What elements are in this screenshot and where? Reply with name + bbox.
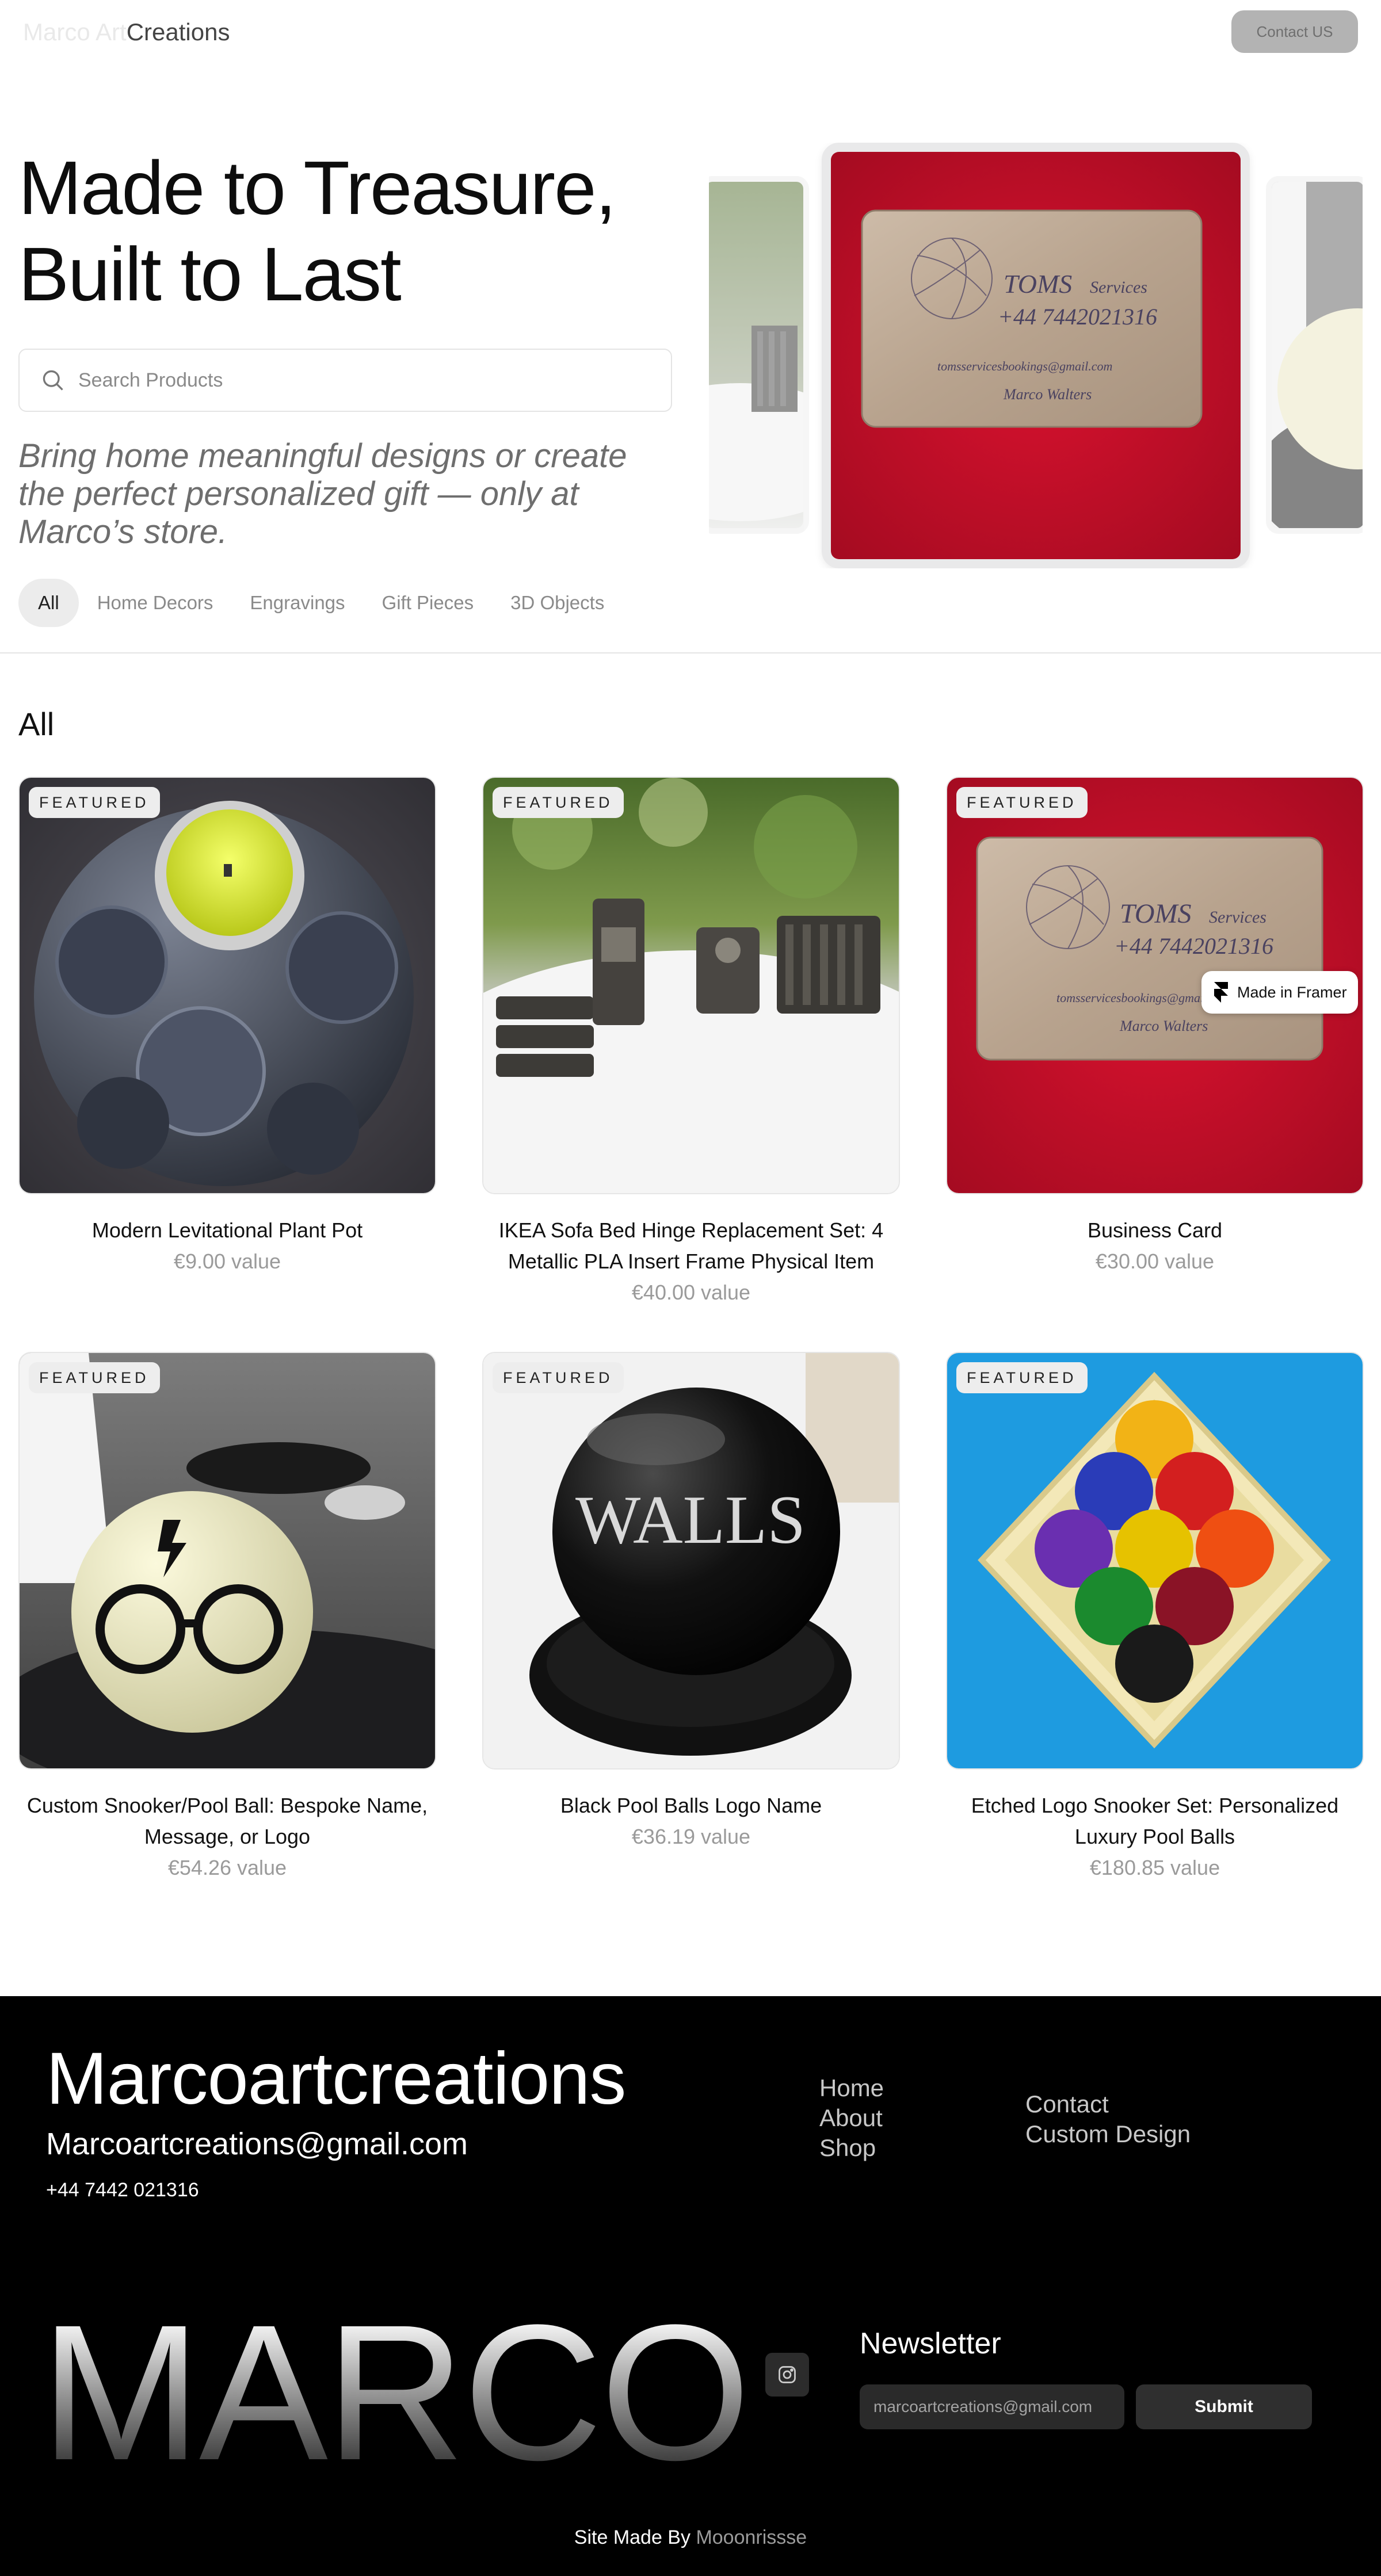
newsletter-submit-button[interactable]: Submit xyxy=(1136,2384,1312,2429)
top-bar: Marco ArtCreations Contact US xyxy=(0,0,1381,63)
card-email-text: tomsservicesbookings@gmail.com xyxy=(937,359,1112,373)
card-services-text: Services xyxy=(1090,278,1147,297)
snooker-set-photo xyxy=(947,1353,1363,1768)
product-price: €36.19 value xyxy=(631,1825,751,1848)
product-card[interactable]: FEATURED WALLS Black Pool Balls Logo Nam… xyxy=(482,1352,900,1852)
hero-title-line-2: Built to Last xyxy=(18,232,402,316)
section-title: All xyxy=(18,706,55,742)
business-card-photo: TOMS Services +44 7442021316 tomsservice… xyxy=(831,152,1241,559)
pool-ball-photo-partial xyxy=(1272,182,1363,528)
brand-logo[interactable]: Marco ArtCreations xyxy=(23,18,230,46)
featured-badge: FEATURED xyxy=(493,787,624,818)
card-services-text: Services xyxy=(1209,908,1266,927)
contact-us-button[interactable]: Contact US xyxy=(1231,10,1358,53)
footer-phone[interactable]: +44 7442 021316 xyxy=(46,2179,199,2202)
footer-nav-secondary: Contact Custom Design xyxy=(1025,2089,1191,2149)
section-divider xyxy=(0,652,1381,653)
newsletter-title: Newsletter xyxy=(860,2327,1001,2360)
product-card[interactable]: FEATURED IKEA Sofa Bed Hinge Replacement… xyxy=(482,777,900,1308)
carousel-slide-active[interactable]: TOMS Services +44 7442021316 tomsservice… xyxy=(822,143,1250,568)
footer-big-wordmark: MARCO xyxy=(40,2285,751,2501)
featured-badge: FEATURED xyxy=(956,787,1088,818)
black-pool-ball-photo: WALLS xyxy=(483,1353,899,1768)
hinge-set-photo xyxy=(483,778,899,1193)
newsletter-email-input[interactable] xyxy=(860,2384,1124,2429)
made-in-framer-text: Made in Framer xyxy=(1237,983,1347,1001)
product-carousel[interactable]: TOMS Services +44 7442021316 tomsservice… xyxy=(709,143,1363,568)
product-image[interactable]: FEATURED xyxy=(18,777,436,1194)
product-image[interactable]: FEATURED xyxy=(946,1352,1364,1769)
credit-author-link[interactable]: Mooonrissse xyxy=(696,2527,807,2548)
category-tab-3d-objects[interactable]: 3D Objects xyxy=(492,579,623,627)
product-image[interactable]: FEATURED xyxy=(482,777,900,1194)
featured-badge: FEATURED xyxy=(29,787,160,818)
card-company-text: TOMS xyxy=(1004,269,1072,299)
card-phone-text: +44 7442021316 xyxy=(1114,933,1273,959)
search-input[interactable] xyxy=(78,369,596,392)
footer-email[interactable]: Marcoartcreations@gmail.com xyxy=(46,2126,468,2162)
featured-badge: FEATURED xyxy=(29,1362,160,1393)
product-card[interactable]: FEATURED Modern Levitational Plant Pot €… xyxy=(18,777,436,1277)
featured-badge: FEATURED xyxy=(493,1362,624,1393)
footer-link-custom-design[interactable]: Custom Design xyxy=(1025,2119,1191,2149)
footer-brand: Marcoartcreations xyxy=(46,2038,626,2120)
hero-title: Made to Treasure, Built to Last xyxy=(18,145,680,318)
framer-logo-icon xyxy=(1214,982,1228,1003)
category-tab-home-decors[interactable]: Home Decors xyxy=(79,579,232,627)
pool-ball-engraving-text: WALLS xyxy=(575,1481,806,1558)
footer-nav-primary: Home About Shop xyxy=(819,2073,884,2163)
hero-tagline: Bring home meaningful designs or create … xyxy=(18,437,627,551)
made-in-framer-badge[interactable]: Made in Framer xyxy=(1201,971,1358,1014)
category-tab-gift-pieces[interactable]: Gift Pieces xyxy=(364,579,493,627)
product-image[interactable]: FEATURED xyxy=(18,1352,436,1769)
footer-link-home[interactable]: Home xyxy=(819,2073,884,2103)
product-price: €54.26 value xyxy=(167,1856,287,1879)
site-credit: Site Made By Mooonrissse xyxy=(0,2527,1381,2549)
product-name[interactable]: Etched Logo Snooker Set: Personalized Lu… xyxy=(946,1790,1364,1852)
credit-prefix: Site Made By xyxy=(574,2527,690,2548)
category-tabs: All Home Decors Engravings Gift Pieces 3… xyxy=(18,579,623,627)
footer-link-contact[interactable]: Contact xyxy=(1025,2089,1191,2119)
footer: Marcoartcreations Marcoartcreations@gmai… xyxy=(0,1996,1381,2576)
hero-title-line-1: Made to Treasure, xyxy=(18,146,616,230)
card-phone-text: +44 7442021316 xyxy=(998,304,1157,330)
card-signature-text: Marco Walters xyxy=(1003,386,1092,403)
instagram-icon xyxy=(779,2366,796,2383)
card-company-text: TOMS xyxy=(1120,899,1191,929)
featured-badge: FEATURED xyxy=(956,1362,1088,1393)
category-tab-all[interactable]: All xyxy=(18,579,79,627)
product-name[interactable]: Black Pool Balls Logo Name xyxy=(482,1790,900,1821)
product-name[interactable]: Business Card xyxy=(946,1215,1364,1246)
plant-pot-photo xyxy=(20,778,435,1193)
product-card[interactable]: FEATURED Custom Snooker/Pool Ball: Bespo… xyxy=(18,1352,436,1883)
search-bar[interactable] xyxy=(18,349,672,412)
product-image[interactable]: FEATURED WALLS xyxy=(482,1352,900,1769)
product-name[interactable]: Custom Snooker/Pool Ball: Bespoke Name, … xyxy=(18,1790,436,1852)
product-price: €180.85 value xyxy=(1089,1856,1220,1879)
product-card[interactable]: FEATURED Made in Framer TOMS Services +4… xyxy=(946,777,1364,1277)
category-tab-engravings[interactable]: Engravings xyxy=(231,579,363,627)
product-price: €30.00 value xyxy=(1095,1249,1215,1273)
brand-text: Creations xyxy=(126,18,230,45)
instagram-link[interactable] xyxy=(765,2353,809,2397)
product-price: €9.00 value xyxy=(173,1249,281,1273)
footer-link-shop[interactable]: Shop xyxy=(819,2133,884,2163)
product-card[interactable]: FEATURED Etched Logo Snooker Set: Person… xyxy=(946,1352,1364,1883)
footer-link-about[interactable]: About xyxy=(819,2103,884,2133)
product-image[interactable]: FEATURED Made in Framer TOMS Services +4… xyxy=(946,777,1364,1194)
carousel-slide-next[interactable] xyxy=(1266,176,1363,534)
product-price: €40.00 value xyxy=(631,1281,751,1304)
custom-pool-ball-photo xyxy=(20,1353,435,1768)
product-name[interactable]: Modern Levitational Plant Pot xyxy=(18,1215,436,1246)
hinge-set-photo-partial xyxy=(709,182,803,528)
search-icon xyxy=(43,370,63,391)
card-signature-text: Marco Walters xyxy=(1119,1018,1208,1034)
brand-faded-text: Marco Art xyxy=(23,18,127,45)
product-name[interactable]: IKEA Sofa Bed Hinge Replacement Set: 4 M… xyxy=(482,1215,900,1277)
carousel-slide-prev[interactable] xyxy=(709,176,809,534)
